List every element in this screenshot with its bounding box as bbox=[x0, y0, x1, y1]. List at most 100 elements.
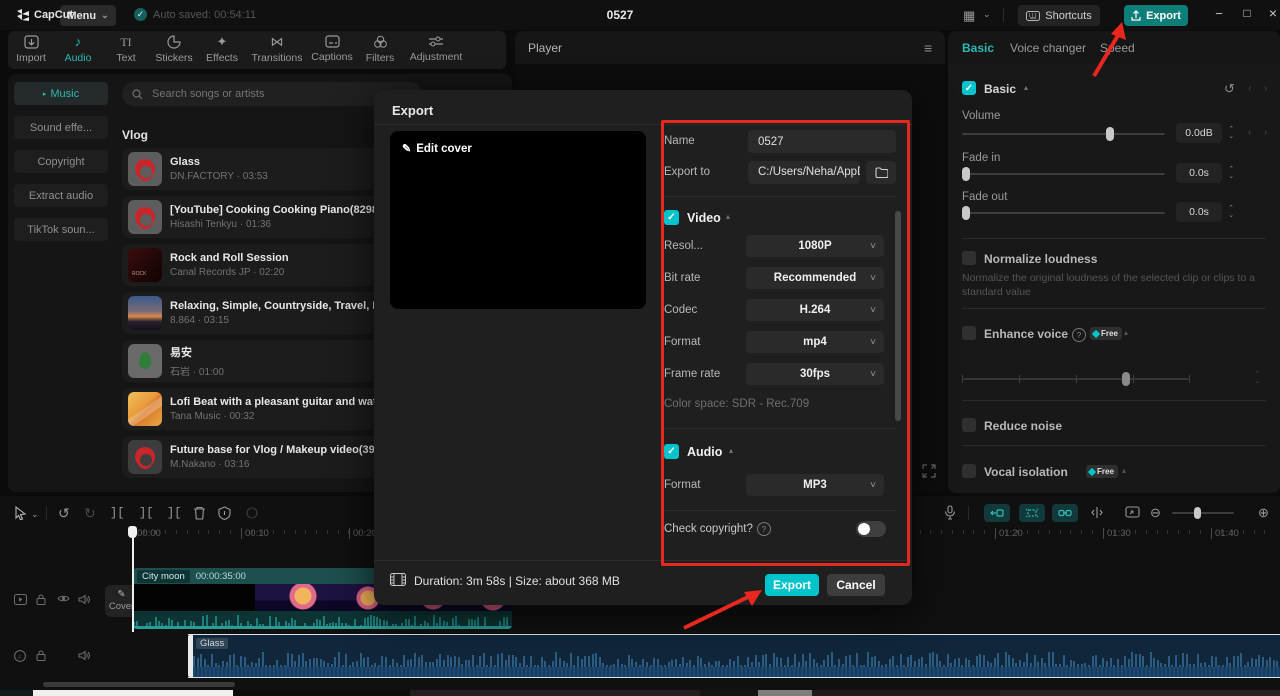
dialog-cancel-button[interactable]: Cancel bbox=[827, 574, 885, 596]
volume-stepper[interactable]: ⌃ ⌄ bbox=[1226, 123, 1236, 143]
mute-track-icon[interactable] bbox=[78, 650, 94, 661]
fade-in-value[interactable]: 0.0s bbox=[1176, 163, 1222, 183]
mirror-icon[interactable] bbox=[218, 506, 231, 520]
undo-icon[interactable]: ↺ bbox=[58, 505, 70, 522]
fade-in-slider-thumb[interactable] bbox=[962, 167, 970, 181]
music-item-lofi-beat[interactable]: Lofi Beat with a pleasant guitar and wat… bbox=[122, 388, 382, 430]
select-tool-chevron-icon[interactable]: ⌄ bbox=[31, 509, 39, 520]
fade-in-stepper[interactable]: ⌃ ⌄ bbox=[1226, 163, 1236, 183]
ribbon-item-effects[interactable]: ✦ Effects bbox=[200, 34, 244, 65]
enhance-voice-checkbox[interactable]: ✓ bbox=[962, 326, 976, 340]
timeline-zoom-thumb[interactable] bbox=[1194, 507, 1201, 519]
mute-track-icon[interactable] bbox=[78, 594, 94, 605]
playhead-line[interactable] bbox=[132, 526, 134, 632]
link-clips-button[interactable] bbox=[1052, 504, 1078, 522]
delete-icon[interactable] bbox=[193, 506, 206, 520]
enhance-voice-slider[interactable] bbox=[962, 372, 1190, 386]
reset-icon[interactable]: ↺ bbox=[1224, 81, 1235, 97]
sidebar-item-music[interactable]: ▸ Music bbox=[14, 82, 108, 105]
ruler-timestamp: 00:20 bbox=[349, 528, 377, 539]
ribbon-item-audio[interactable]: ♪ Audio bbox=[58, 35, 98, 65]
music-item-cooking-piano[interactable]: [YouTube] Cooking Cooking Piano(829820 Hi… bbox=[122, 196, 382, 238]
edit-pencil-icon: ✎ bbox=[402, 143, 412, 155]
volume-slider-thumb[interactable] bbox=[1106, 127, 1114, 141]
ribbon-item-transitions[interactable]: ⋈ Transitions bbox=[248, 35, 306, 65]
info-icon: ? bbox=[1072, 328, 1086, 342]
dialog-export-button[interactable]: Export bbox=[765, 574, 819, 596]
music-item-future-base[interactable]: Future base for Vlog / Makeup video(3971… bbox=[122, 436, 382, 478]
volume-slider[interactable] bbox=[962, 127, 1165, 141]
sidebar-item-extract-audio[interactable]: Extract audio bbox=[14, 184, 108, 207]
sidebar-item-tiktok-sounds[interactable]: TikTok soun... bbox=[14, 218, 108, 241]
layout-grid-icon[interactable]: ▦ bbox=[963, 8, 975, 24]
select-tool[interactable] bbox=[14, 506, 27, 520]
effects-icon: ✦ bbox=[216, 34, 228, 49]
ribbon-item-text[interactable]: TI Text bbox=[106, 35, 146, 64]
minimize-button[interactable]: − bbox=[1210, 6, 1228, 21]
fade-in-label: Fade in bbox=[962, 152, 1001, 164]
ribbon-label: Import bbox=[16, 52, 46, 64]
ribbon-item-filters[interactable]: Filters bbox=[360, 35, 400, 64]
playhead-handle[interactable] bbox=[128, 526, 137, 538]
volume-value[interactable]: 0.0dB bbox=[1176, 123, 1222, 143]
hide-track-icon[interactable] bbox=[57, 594, 73, 603]
player-menu-icon[interactable]: ≡ bbox=[924, 40, 932, 56]
fade-out-stepper[interactable]: ⌃ ⌄ bbox=[1226, 202, 1236, 222]
music-item-relaxing[interactable]: Relaxing, Simple, Countryside, Travel, N… bbox=[122, 292, 382, 334]
music-item-glass[interactable]: Glass DN.FACTORY · 03:53 bbox=[122, 148, 382, 190]
preview-axis-icon[interactable] bbox=[1125, 506, 1140, 518]
layout-chevron-icon[interactable]: ⌄ bbox=[983, 9, 991, 20]
magnetic-snap-button[interactable] bbox=[984, 504, 1010, 522]
fade-out-slider-thumb[interactable] bbox=[962, 206, 970, 220]
lock-icon[interactable] bbox=[36, 594, 52, 605]
collapse-arrow-icon[interactable]: ▴ bbox=[1024, 83, 1028, 92]
basic-checkbox[interactable]: ✓ bbox=[962, 81, 976, 95]
split-icon[interactable]: ][ bbox=[139, 506, 153, 520]
sidebar-item-sound-effects[interactable]: Sound effe... bbox=[14, 116, 108, 139]
ribbon-item-import[interactable]: Import bbox=[12, 35, 50, 64]
auto-snap-button[interactable] bbox=[1019, 504, 1045, 522]
search-input[interactable] bbox=[150, 87, 374, 101]
music-item-yian[interactable]: 易安 石岩 · 01:00 bbox=[122, 340, 382, 382]
maximize-button[interactable]: □ bbox=[1238, 6, 1256, 20]
fade-in-slider[interactable] bbox=[962, 167, 1165, 181]
sidebar-label: Music bbox=[50, 87, 80, 100]
music-title: [YouTube] Cooking Cooking Piano(829820 bbox=[170, 204, 380, 216]
ruler-timestamp: 01:20 bbox=[995, 528, 1023, 539]
redo-icon[interactable]: ↻ bbox=[84, 505, 96, 522]
audio-clip-glass[interactable]: Glass bbox=[188, 634, 1280, 678]
timeline-scrollbar[interactable] bbox=[43, 682, 235, 687]
ribbon-item-adjustment[interactable]: Adjustment bbox=[404, 35, 468, 63]
ribbon-item-stickers[interactable]: Stickers bbox=[150, 35, 198, 64]
edit-cover-button[interactable]: ✎ Edit cover bbox=[402, 142, 472, 156]
edit-pencil-icon: ✎ bbox=[117, 589, 126, 600]
split-right-icon[interactable]: ][ bbox=[167, 506, 181, 520]
record-voiceover-icon[interactable] bbox=[944, 505, 956, 520]
close-button[interactable]: × bbox=[1264, 5, 1280, 21]
reduce-noise-checkbox[interactable]: ✓ bbox=[962, 418, 976, 432]
ribbon-item-captions[interactable]: Captions bbox=[308, 35, 356, 63]
music-meta: M.Nakano · 03:16 bbox=[170, 459, 250, 470]
vocal-isolation-checkbox[interactable]: ✓ bbox=[962, 464, 976, 478]
timeline-zoom-slider[interactable] bbox=[1172, 507, 1234, 519]
collapse-arrow-icon[interactable]: ▴ bbox=[1124, 328, 1128, 337]
sidebar-item-copyright[interactable]: Copyright bbox=[14, 150, 108, 173]
lock-icon[interactable] bbox=[36, 650, 52, 661]
split-preview-icon[interactable] bbox=[1090, 506, 1104, 519]
tab-basic[interactable]: Basic bbox=[962, 41, 994, 55]
split-left-icon[interactable]: ][ bbox=[110, 506, 124, 520]
tab-voice-changer[interactable]: Voice changer bbox=[1010, 41, 1086, 55]
fade-out-slider[interactable] bbox=[962, 206, 1165, 220]
keyboard-icon bbox=[1026, 10, 1041, 21]
annotation-rectangle bbox=[661, 120, 910, 566]
enhance-voice-slider-thumb[interactable] bbox=[1122, 372, 1130, 386]
collapse-arrow-icon[interactable]: ▴ bbox=[1122, 466, 1126, 475]
fade-out-value[interactable]: 0.0s bbox=[1176, 202, 1222, 222]
fullscreen-icon[interactable] bbox=[922, 464, 936, 478]
section-divider bbox=[962, 445, 1266, 446]
normalize-checkbox[interactable]: ✓ bbox=[962, 251, 976, 265]
zoom-in-icon[interactable]: ⊕ bbox=[1258, 505, 1269, 521]
autosave-status: Auto saved: 00:54:11 bbox=[153, 9, 257, 21]
zoom-out-icon[interactable]: ⊖ bbox=[1150, 505, 1161, 521]
music-item-rock-and-roll[interactable]: ROCK Rock and Roll Session Canal Records … bbox=[122, 244, 382, 286]
